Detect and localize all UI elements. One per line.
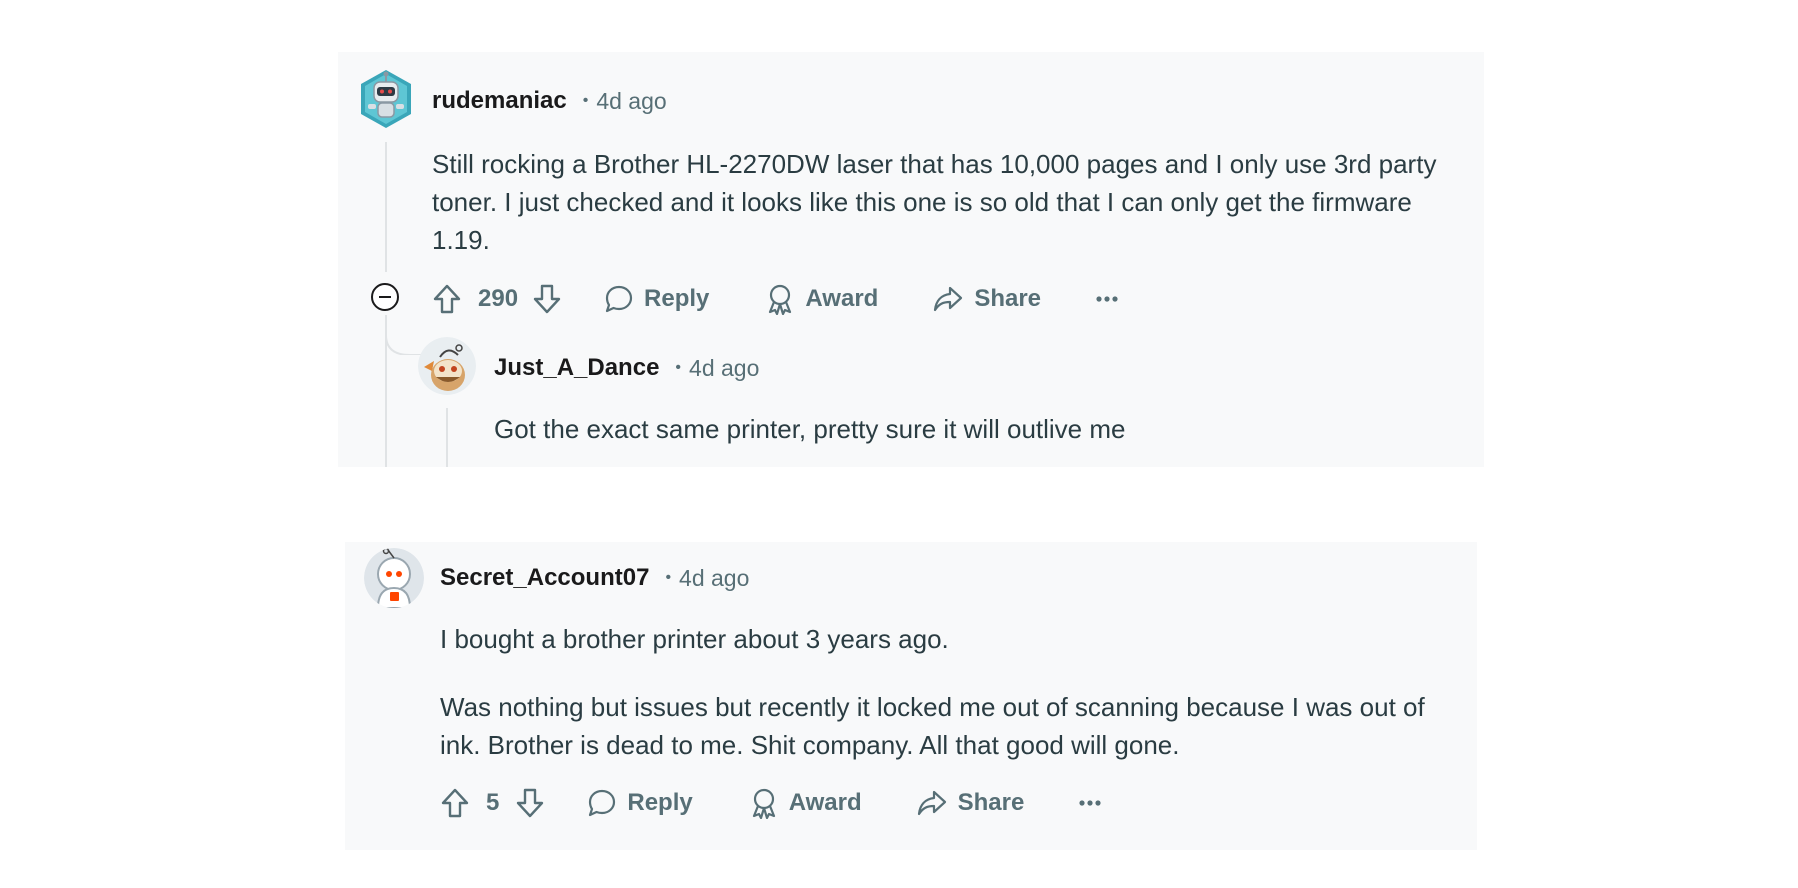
more-options-button[interactable] (1078, 799, 1102, 807)
comment-body: I bought a brother printer about 3 years… (440, 620, 1450, 764)
award-button[interactable]: Award (765, 283, 878, 315)
vote-count: 290 (478, 285, 519, 312)
collapse-minus-icon (371, 283, 399, 311)
thread-line[interactable] (385, 142, 387, 272)
meta-separator: • (665, 569, 672, 586)
award-ribbon-icon (769, 284, 792, 315)
downvote-icon (517, 788, 544, 818)
downvote-button[interactable] (515, 787, 545, 819)
reply-label: Reply (644, 285, 710, 312)
share-button[interactable]: Share (916, 788, 1025, 818)
comment-paragraph: Still rocking a Brother HL-2270DW laser … (432, 149, 1437, 255)
robot-avatar-icon (361, 70, 411, 128)
comment-body: Got the exact same printer, pretty sure … (494, 410, 1434, 448)
collapse-thread-button[interactable] (370, 282, 400, 312)
username-link[interactable]: Secret_Account07 (440, 564, 649, 592)
upvote-icon (433, 284, 461, 314)
award-label: Award (805, 285, 879, 312)
comment-paragraph: Got the exact same printer, pretty sure … (494, 414, 1126, 444)
avatar[interactable] (357, 68, 415, 130)
award-ribbon-icon (752, 788, 775, 819)
speech-bubble-icon (605, 285, 633, 313)
timestamp[interactable]: 4d ago (596, 88, 666, 115)
snoo-avatar-icon (418, 337, 476, 395)
comment-action-bar: 290 Reply Award Share (432, 279, 1119, 319)
upvote-button[interactable] (440, 787, 470, 819)
timestamp[interactable]: 4d ago (679, 565, 749, 592)
ellipsis-icon (1079, 800, 1101, 806)
username-link[interactable]: Just_A_Dance (494, 354, 659, 382)
speech-bubble-icon (589, 789, 616, 817)
comment-meta: Secret_Account07 • 4d ago (440, 562, 749, 594)
share-label: Share (974, 285, 1042, 312)
comment-paragraph: I bought a brother printer about 3 years… (440, 624, 949, 654)
timestamp[interactable]: 4d ago (689, 355, 759, 382)
reply-button[interactable]: Reply (604, 284, 709, 314)
share-arrow-icon (934, 286, 963, 312)
vote-count: 5 (486, 789, 500, 816)
comment-meta: Just_A_Dance • 4d ago (494, 352, 759, 384)
share-arrow-icon (917, 790, 946, 816)
meta-separator: • (582, 92, 589, 109)
comment-action-bar: 5 Reply Award Share (440, 783, 1102, 823)
comment-paragraph: Was nothing but issues but recently it l… (440, 692, 1425, 760)
reply-button[interactable]: Reply (587, 788, 693, 818)
comment-body: Still rocking a Brother HL-2270DW laser … (432, 145, 1452, 259)
reply-label: Reply (627, 789, 693, 816)
username-link[interactable]: rudemaniac (432, 87, 567, 115)
upvote-icon (441, 788, 469, 818)
share-label: Share (957, 789, 1025, 816)
avatar[interactable] (418, 337, 476, 395)
award-label: Award (788, 789, 862, 816)
more-options-button[interactable] (1095, 295, 1119, 303)
astronaut-avatar-icon (364, 548, 424, 608)
ellipsis-icon (1096, 296, 1118, 302)
upvote-button[interactable] (432, 283, 462, 315)
downvote-icon (533, 284, 561, 314)
comment-meta: rudemaniac • 4d ago (432, 85, 667, 117)
meta-separator: • (675, 359, 682, 376)
downvote-button[interactable] (532, 283, 562, 315)
thread-line[interactable] (446, 408, 448, 467)
award-button[interactable]: Award (749, 787, 862, 819)
share-button[interactable]: Share (932, 284, 1041, 314)
avatar[interactable] (364, 548, 424, 608)
